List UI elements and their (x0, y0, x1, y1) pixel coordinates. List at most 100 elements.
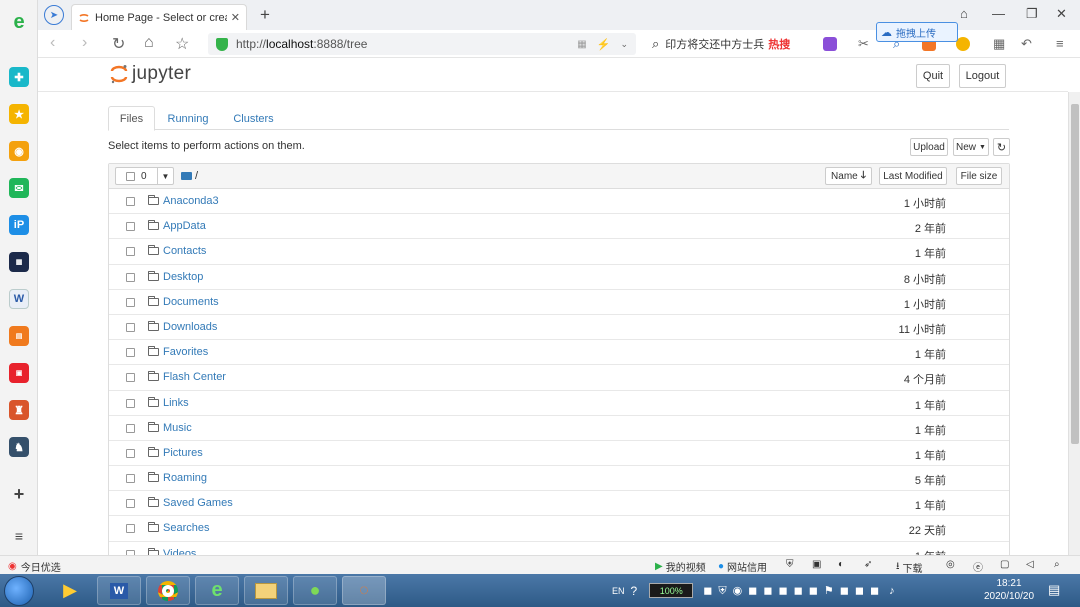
novel-app-icon[interactable]: ▤ (9, 326, 29, 346)
weibo-icon[interactable]: ◉ (9, 141, 29, 161)
folder-link[interactable]: Documents (163, 296, 219, 308)
scrollbar-thumb[interactable] (1071, 104, 1079, 444)
sort-modified-button[interactable]: Last Modified (879, 167, 947, 185)
new-tab-icon[interactable]: + (260, 5, 270, 25)
tab-close-icon[interactable]: ✕ (231, 11, 240, 24)
start-button[interactable] (4, 576, 34, 606)
grid-icon[interactable]: ▦ (577, 39, 586, 50)
home-icon[interactable]: ⌂ (144, 34, 154, 52)
row-checkbox[interactable] (126, 423, 135, 433)
table-row[interactable]: Desktop 8 小时前 (109, 265, 1009, 290)
jupyter-task[interactable]: ◌ (342, 576, 386, 605)
caret-down-icon[interactable]: ▼ (157, 168, 173, 184)
volume-icon[interactable]: ♪ (889, 585, 895, 597)
table-row[interactable]: Searches 22 天前 (109, 516, 1009, 542)
table-row[interactable]: Pictures 1 年前 (109, 441, 1009, 467)
clock[interactable]: 18:21 2020/10/20 (976, 577, 1042, 603)
back-icon[interactable]: ‹ (50, 34, 55, 52)
table-row[interactable]: Favorites 1 年前 (109, 340, 1009, 366)
table-row[interactable]: Videos 1 年前 (109, 542, 1009, 555)
add-app-icon[interactable]: + (9, 484, 29, 504)
tab-files[interactable]: Files (108, 106, 155, 131)
tab-running[interactable]: Running (164, 106, 212, 131)
chevron-down-icon[interactable]: ⌄ (620, 39, 628, 50)
image-status-icon[interactable]: ▣ (812, 559, 821, 570)
apps-grid-icon[interactable]: ▦ (993, 36, 1005, 52)
ip-app-icon[interactable]: iP (9, 215, 29, 235)
zoom-status-icon[interactable]: ⌕ (1054, 559, 1060, 570)
row-checkbox[interactable] (126, 448, 135, 458)
folder-link[interactable]: Pictures (163, 447, 203, 459)
speaker-status-icon[interactable]: ◁ (1026, 559, 1034, 570)
tab-clusters[interactable]: Clusters (228, 106, 279, 131)
refresh-button[interactable]: ↻ (993, 138, 1010, 156)
game-app-icon[interactable]: ♜ (9, 400, 29, 420)
folder-link[interactable]: Videos (163, 548, 196, 555)
row-checkbox[interactable] (126, 348, 135, 358)
lightning-icon[interactable]: ⚡ (597, 38, 611, 51)
folder-link[interactable]: Contacts (163, 245, 206, 257)
news-app-icon[interactable]: ▦ (9, 252, 29, 272)
row-checkbox[interactable] (126, 222, 135, 232)
upload-button[interactable]: Upload (910, 138, 948, 156)
table-row[interactable]: Contacts 1 年前 (109, 239, 1009, 265)
word-app-icon[interactable]: W (9, 289, 29, 309)
window-status-icon[interactable]: ▢ (1000, 559, 1009, 570)
row-checkbox[interactable] (126, 247, 135, 257)
translate-icon[interactable] (823, 37, 837, 51)
battery-indicator[interactable]: 100% (649, 583, 694, 598)
plus-app-icon[interactable]: ✚ (9, 67, 29, 87)
table-row[interactable]: Anaconda3 1 小时前 (109, 189, 1009, 215)
quit-button[interactable]: Quit (916, 64, 950, 88)
navigation-arrow-icon[interactable]: ➤ (44, 5, 64, 25)
sort-name-button[interactable]: Name 🡓 (825, 167, 872, 185)
table-row[interactable]: Saved Games 1 年前 (109, 491, 1009, 517)
language-indicator[interactable]: EN (612, 586, 625, 596)
menu-list-icon[interactable]: ≡ (9, 526, 29, 546)
row-checkbox[interactable] (126, 474, 135, 484)
table-row[interactable]: AppData 2 年前 (109, 214, 1009, 240)
shirt-skin-icon[interactable]: ⌂ (960, 6, 968, 21)
minimize-icon[interactable]: — (992, 6, 1005, 21)
restore-icon[interactable]: ❐ (1026, 6, 1038, 22)
chrome-task[interactable] (146, 576, 190, 605)
folder-link[interactable]: Saved Games (163, 497, 233, 509)
rocket-status-icon[interactable]: ➶ (864, 559, 872, 570)
media-player-task[interactable]: ▶ (48, 576, 92, 605)
folder-link[interactable]: Flash Center (163, 371, 226, 383)
mail-icon[interactable]: ✉ (9, 178, 29, 198)
shop-app-icon[interactable]: ▣ (9, 363, 29, 383)
new-dropdown-button[interactable]: New ▼ (953, 138, 989, 156)
table-row[interactable]: Flash Center 4 个月前 (109, 365, 1009, 391)
url-field[interactable]: http://localhost:8888/tree ▦ ⚡ ⌄ (208, 33, 636, 55)
browser-tab-active[interactable]: Home Page - Select or create ✕ (71, 4, 247, 30)
logout-button[interactable]: Logout (959, 64, 1006, 88)
breadcrumb[interactable]: / (181, 170, 198, 182)
folder-link[interactable]: Desktop (163, 271, 203, 283)
sort-size-button[interactable]: File size (956, 167, 1002, 185)
undo-icon[interactable]: ↶ (1021, 36, 1032, 52)
table-row[interactable]: Documents 1 小时前 (109, 290, 1009, 315)
ie-browser-task[interactable]: e (195, 576, 239, 605)
forward-icon[interactable]: › (82, 34, 87, 52)
bookmark-star-icon[interactable]: ☆ (175, 34, 189, 54)
table-row[interactable]: Roaming 5 年前 (109, 466, 1009, 492)
help-icon[interactable]: ? (631, 584, 638, 598)
jupyter-logo[interactable]: jupyter (110, 63, 191, 85)
row-checkbox[interactable] (126, 398, 135, 408)
notification-icon[interactable]: ▤ (1048, 582, 1060, 598)
shield-status-icon[interactable]: ⛨ (786, 559, 794, 570)
chrome-status-icon[interactable]: ◐ (838, 559, 844, 570)
select-all-dropdown[interactable]: 0 ▼ (115, 167, 174, 185)
word-task[interactable]: W (97, 576, 141, 605)
today-picks[interactable]: ◉ 今日优选 (8, 559, 61, 574)
game2-app-icon[interactable]: ♞ (9, 437, 29, 457)
favorites-star-icon[interactable]: ★ (9, 104, 29, 124)
folder-link[interactable]: Links (163, 397, 189, 409)
row-checkbox[interactable] (126, 322, 135, 332)
table-row[interactable]: Links 1 年前 (109, 391, 1009, 416)
vertical-scrollbar[interactable] (1068, 92, 1080, 555)
folder-link[interactable]: Music (163, 422, 192, 434)
folder-link[interactable]: AppData (163, 220, 206, 232)
folder-link[interactable]: Downloads (163, 321, 217, 333)
